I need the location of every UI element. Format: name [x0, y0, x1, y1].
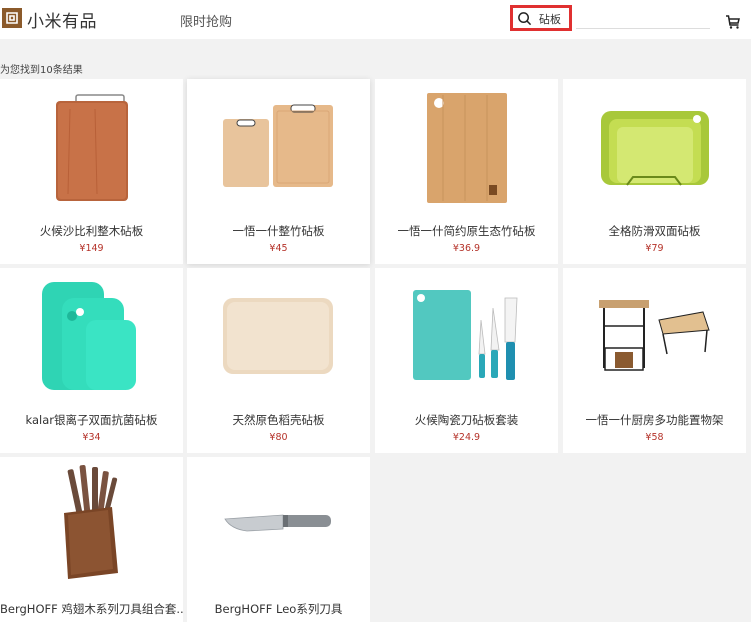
product-name: 全格防滑双面砧板	[608, 224, 701, 238]
product-card[interactable]: 火候陶瓷刀砧板套装 ¥24.9	[375, 268, 558, 453]
top-header: 小米有品 限时抢购 砧板	[0, 0, 751, 39]
product-card[interactable]: BergHOFF 鸡翅木系列刀具组合套...	[0, 457, 183, 622]
search-underline	[576, 28, 710, 29]
product-price: ¥34	[82, 432, 101, 443]
product-card[interactable]: kalar银离子双面抗菌砧板 ¥34	[0, 268, 183, 453]
product-image	[187, 268, 370, 408]
product-image	[375, 268, 558, 408]
product-card[interactable]: 天然原色稻壳砧板 ¥80	[187, 268, 370, 453]
product-image	[0, 268, 183, 408]
product-price: ¥45	[269, 243, 288, 254]
search-box[interactable]: 砧板	[510, 5, 572, 31]
product-image	[0, 457, 183, 597]
flash-sale-link[interactable]: 限时抢购	[180, 11, 232, 30]
logo-icon[interactable]	[2, 8, 22, 28]
product-name: BergHOFF Leo系列刀具	[214, 602, 343, 616]
search-input[interactable]: 砧板	[539, 11, 561, 27]
product-image	[375, 79, 558, 219]
product-name: 天然原色稻壳砧板	[232, 413, 325, 427]
product-image	[563, 268, 746, 408]
product-name: 火候陶瓷刀砧板套装	[414, 413, 519, 427]
product-name: kalar银离子双面抗菌砧板	[25, 413, 158, 427]
product-card[interactable]: 全格防滑双面砧板 ¥79	[563, 79, 746, 264]
product-name: 一悟一什整竹砧板	[232, 224, 325, 238]
result-count: 为您找到10条结果	[0, 65, 83, 76]
search-icon[interactable]	[517, 11, 532, 26]
product-name: 火候沙比利整木砧板	[39, 224, 144, 238]
product-price: ¥36.9	[452, 243, 481, 254]
product-image	[0, 79, 183, 219]
cart-icon[interactable]	[725, 14, 741, 30]
product-card[interactable]: 一悟一什简约原生态竹砧板 ¥36.9	[375, 79, 558, 264]
product-card[interactable]: 一悟一什整竹砧板 ¥45	[187, 79, 370, 264]
product-image	[187, 79, 370, 219]
product-card[interactable]: BergHOFF Leo系列刀具	[187, 457, 370, 622]
product-card[interactable]: 一悟一什厨房多功能置物架 ¥58	[563, 268, 746, 453]
product-image	[563, 79, 746, 219]
product-name: 一悟一什厨房多功能置物架	[585, 413, 724, 427]
product-image	[187, 457, 370, 597]
brand-name[interactable]: 小米有品	[27, 7, 97, 32]
product-price: ¥24.9	[452, 432, 481, 443]
product-name: BergHOFF 鸡翅木系列刀具组合套...	[0, 602, 183, 616]
product-price: ¥149	[79, 243, 104, 254]
product-price: ¥80	[269, 432, 288, 443]
product-price: ¥58	[645, 432, 664, 443]
product-card[interactable]: 火候沙比利整木砧板 ¥149	[0, 79, 183, 264]
product-price: ¥79	[645, 243, 664, 254]
product-name: 一悟一什简约原生态竹砧板	[397, 224, 536, 238]
